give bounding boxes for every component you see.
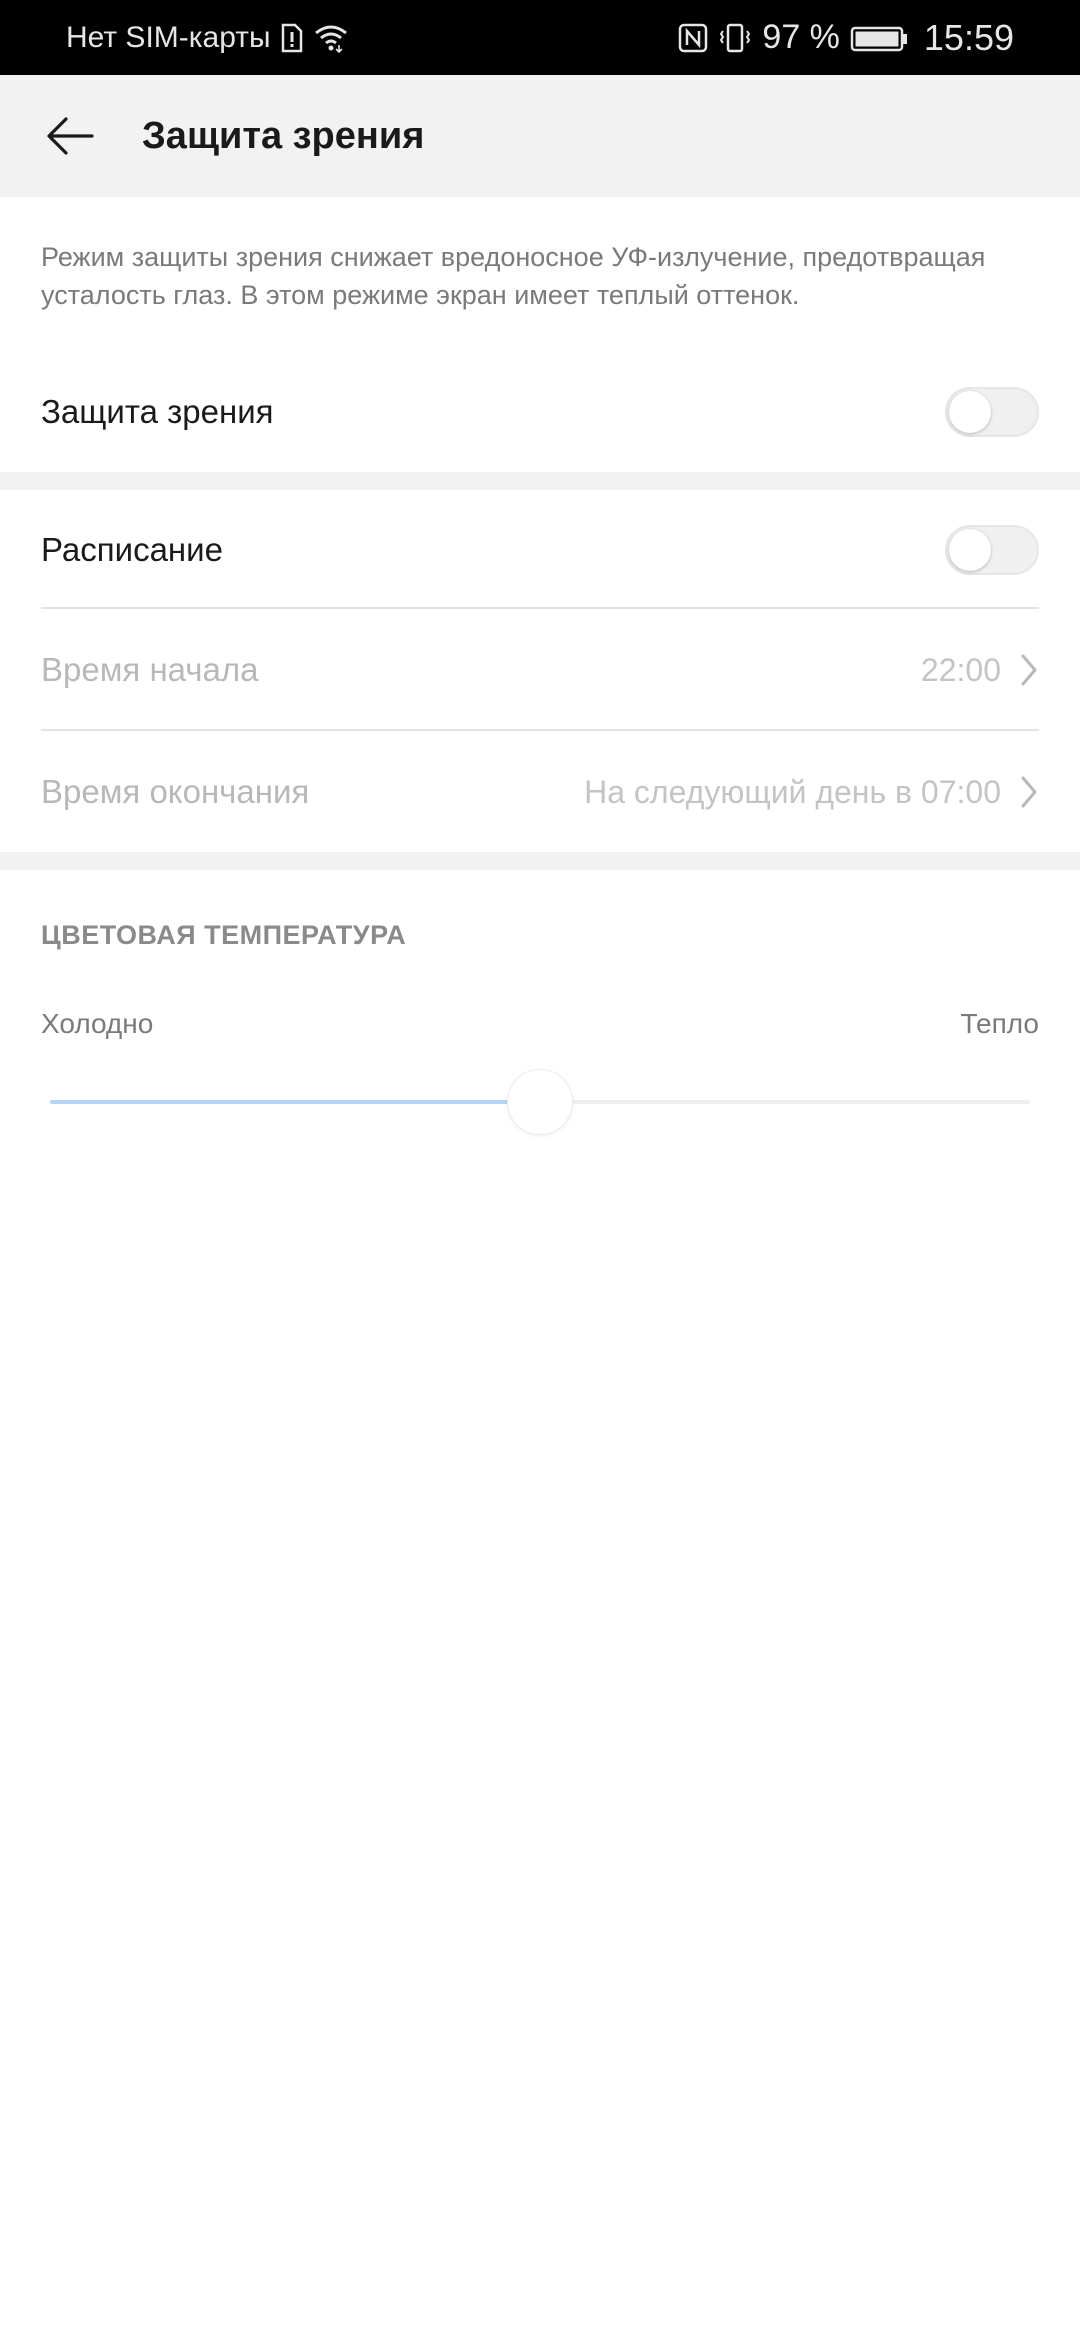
divider xyxy=(41,607,1039,609)
eye-protection-toggle[interactable] xyxy=(945,387,1039,437)
carrier-text: Нет SIM-карты xyxy=(66,20,271,54)
end-time-row[interactable]: Время окончания На следующий день в 07:0… xyxy=(41,752,1039,832)
eye-protection-label: Защита зрения xyxy=(41,393,274,430)
back-button[interactable] xyxy=(30,96,110,176)
section-separator xyxy=(0,852,1080,870)
schedule-toggle[interactable] xyxy=(945,525,1039,575)
toggle-knob xyxy=(949,529,991,571)
section-separator xyxy=(0,472,1080,490)
schedule-label: Расписание xyxy=(41,531,223,568)
divider xyxy=(41,729,1039,731)
color-temperature-header: ЦВЕТОВАЯ ТЕМПЕРАТУРА xyxy=(41,920,407,950)
start-time-value: 22:00 xyxy=(920,651,1001,688)
battery-percent: 97 % xyxy=(762,18,840,56)
feature-description: Режим защиты зрения снижает вредоносное … xyxy=(41,242,986,310)
status-bar-right: 97 % 15:59 xyxy=(678,17,1014,59)
wifi-icon xyxy=(313,23,349,53)
start-time-row[interactable]: Время начала 22:00 xyxy=(41,630,1039,710)
slider-fill xyxy=(50,1100,540,1104)
clock: 15:59 xyxy=(923,16,1014,58)
vibrate-icon xyxy=(718,23,752,53)
chevron-right-icon xyxy=(1021,654,1037,686)
start-time-label: Время начала xyxy=(41,651,259,688)
arrow-left-icon xyxy=(47,117,94,155)
color-temperature-slider[interactable] xyxy=(50,1070,1030,1134)
chevron-right-icon xyxy=(1021,776,1037,808)
end-time-value-group: На следующий день в 07:00 xyxy=(584,774,1039,811)
schedule-row[interactable]: Расписание xyxy=(41,510,1039,590)
page-title: Защита зрения xyxy=(142,114,425,157)
warm-label: Тепло xyxy=(960,1008,1040,1039)
battery-icon xyxy=(850,23,908,53)
slider-thumb[interactable] xyxy=(508,1070,572,1134)
toggle-knob xyxy=(949,391,991,433)
end-time-value: На следующий день в 07:00 xyxy=(584,773,1001,810)
cold-label: Холодно xyxy=(41,1008,154,1039)
sim-alert-icon xyxy=(281,23,303,53)
end-time-label: Время окончания xyxy=(41,773,310,810)
app-bar: Защита зрения xyxy=(0,75,1080,197)
status-bar-left: Нет SIM-карты xyxy=(66,21,349,55)
nfc-icon xyxy=(678,23,708,53)
status-bar: Нет SIM-карты 97 % 15:59 xyxy=(0,0,1080,75)
start-time-value-group: 22:00 xyxy=(921,652,1039,689)
eye-protection-row[interactable]: Защита зрения xyxy=(41,372,1039,452)
